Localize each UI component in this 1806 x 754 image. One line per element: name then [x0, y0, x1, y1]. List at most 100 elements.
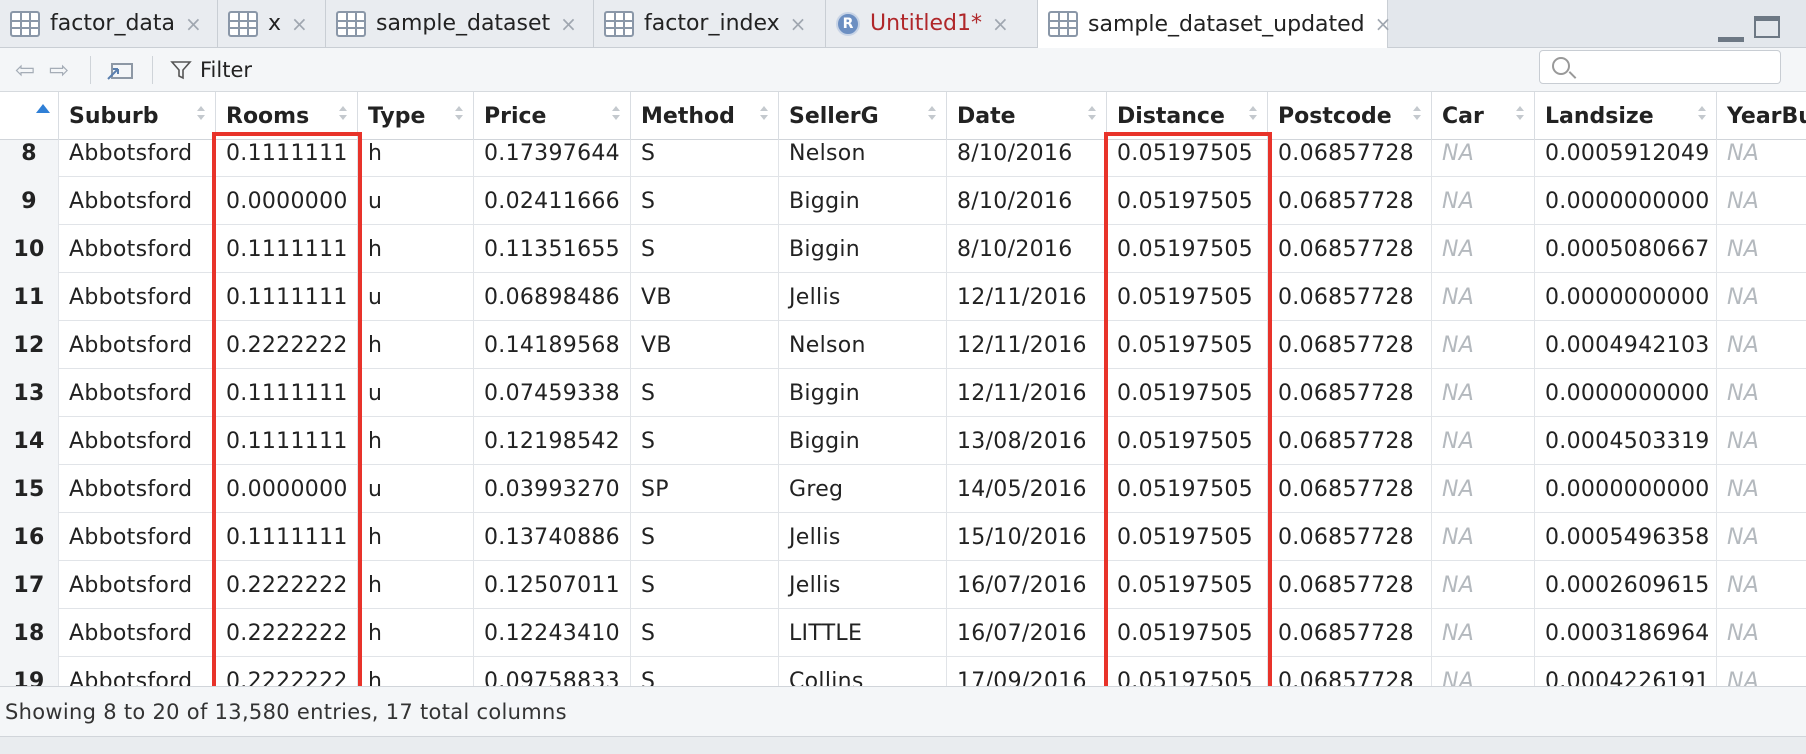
- maximize-pane-icon[interactable]: [1754, 16, 1780, 38]
- cell-sellerg: Nelson: [779, 140, 947, 177]
- column-header-car[interactable]: Car: [1432, 92, 1535, 140]
- cell-type: u: [358, 273, 474, 321]
- sort-toggle-icon[interactable]: [760, 106, 768, 124]
- cell-rooms: 0.2222222: [216, 561, 358, 609]
- column-header-rooms[interactable]: Rooms: [216, 92, 358, 140]
- table-row[interactable]: 9 Abbotsford 0.0000000 u 0.02411666 S Biggin 8/…: [0, 177, 1806, 225]
- tab-untitled1[interactable]: R Untitled1* ×: [826, 0, 1038, 47]
- cell-yearbu: NA: [1717, 465, 1806, 513]
- sort-toggle-icon[interactable]: [455, 106, 463, 124]
- sort-toggle-icon[interactable]: [1698, 106, 1706, 124]
- column-header-price[interactable]: Price: [474, 92, 631, 140]
- cell-yearbu: NA: [1717, 321, 1806, 369]
- close-icon[interactable]: ×: [185, 12, 202, 36]
- table-row[interactable]: 18 Abbotsford 0.2222222 h 0.12243410 S LITTLE 1…: [0, 609, 1806, 657]
- column-header-postcode[interactable]: Postcode: [1268, 92, 1432, 140]
- table-row[interactable]: 10 Abbotsford 0.1111111 h 0.11351655 S Biggin 8…: [0, 225, 1806, 273]
- cell-type: h: [358, 561, 474, 609]
- tab-sample-dataset[interactable]: sample_dataset ×: [326, 0, 594, 47]
- sort-toggle-icon[interactable]: [612, 106, 620, 124]
- cell-method: VB: [631, 273, 779, 321]
- close-icon[interactable]: ×: [992, 12, 1009, 36]
- row-index: 19: [0, 657, 59, 686]
- column-header-label: Car: [1442, 103, 1484, 129]
- column-header-landsize[interactable]: Landsize: [1535, 92, 1717, 140]
- cell-landsize: 0.0000000000: [1535, 465, 1717, 513]
- tab-sample-dataset-updated[interactable]: sample_dataset_updated ×: [1038, 0, 1391, 48]
- column-header-yearbu[interactable]: YearBu: [1717, 92, 1806, 140]
- cell-method: S: [631, 609, 779, 657]
- sort-toggle-icon[interactable]: [1413, 106, 1421, 124]
- table-row[interactable]: 17 Abbotsford 0.2222222 h 0.12507011 S Jellis 1…: [0, 561, 1806, 609]
- back-arrow-icon[interactable]: ⇦: [10, 56, 40, 84]
- cell-sellerg: Biggin: [779, 369, 947, 417]
- cell-car: NA: [1432, 657, 1535, 686]
- column-header-distance[interactable]: Distance: [1107, 92, 1268, 140]
- sort-toggle-icon[interactable]: [339, 106, 347, 124]
- tab-factor-index[interactable]: factor_index ×: [594, 0, 826, 47]
- table-row[interactable]: 8 Abbotsford 0.1111111 h 0.17397644 S Nelson 8/…: [0, 140, 1806, 177]
- cell-method: S: [631, 140, 779, 177]
- cell-distance: 0.05197505: [1107, 177, 1268, 225]
- cell-car: NA: [1432, 609, 1535, 657]
- close-icon[interactable]: ×: [790, 12, 807, 36]
- tab-x[interactable]: x ×: [218, 0, 326, 47]
- cell-sellerg: Jellis: [779, 273, 947, 321]
- tab-factor-data[interactable]: factor_data ×: [0, 0, 218, 47]
- row-index-header[interactable]: [0, 92, 59, 140]
- cell-rooms: 0.0000000: [216, 177, 358, 225]
- table-row[interactable]: 15 Abbotsford 0.0000000 u 0.03993270 SP Greg 14…: [0, 465, 1806, 513]
- cell-yearbu: NA: [1717, 369, 1806, 417]
- sort-toggle-icon[interactable]: [1088, 106, 1096, 124]
- close-icon[interactable]: ×: [1375, 12, 1392, 36]
- table-row[interactable]: 13 Abbotsford 0.1111111 u 0.07459338 S Biggin 1…: [0, 369, 1806, 417]
- table-icon: [336, 10, 366, 37]
- bottom-border: [0, 736, 1806, 754]
- table-row[interactable]: 19 Abbotsford 0.2222222 h 0.09758833 S Collins…: [0, 657, 1806, 686]
- table-row[interactable]: 12 Abbotsford 0.2222222 h 0.14189568 VB Nelson…: [0, 321, 1806, 369]
- cell-price: 0.03993270: [474, 465, 631, 513]
- cell-method: S: [631, 417, 779, 465]
- cell-rooms: 0.1111111: [216, 513, 358, 561]
- minimize-pane-icon[interactable]: [1718, 14, 1744, 42]
- cell-yearbu: NA: [1717, 417, 1806, 465]
- search-input[interactable]: [1539, 50, 1781, 84]
- cell-price: 0.06898486: [474, 273, 631, 321]
- cell-car: NA: [1432, 177, 1535, 225]
- toolbar: ⇦ ⇨ Filter: [0, 48, 1806, 92]
- column-header-label: Distance: [1117, 103, 1225, 129]
- cell-price: 0.11351655: [474, 225, 631, 273]
- cell-postcode: 0.06857728: [1268, 273, 1432, 321]
- cell-landsize: 0.0000000000: [1535, 369, 1717, 417]
- column-header-date[interactable]: Date: [947, 92, 1107, 140]
- cell-date: 15/10/2016: [947, 513, 1107, 561]
- cell-landsize: 0.0004942103: [1535, 321, 1717, 369]
- cell-sellerg: Biggin: [779, 225, 947, 273]
- cell-price: 0.12243410: [474, 609, 631, 657]
- table-row[interactable]: 11 Abbotsford 0.1111111 u 0.06898486 VB Jellis…: [0, 273, 1806, 321]
- cell-date: 8/10/2016: [947, 140, 1107, 177]
- close-icon[interactable]: ×: [560, 12, 577, 36]
- column-header-method[interactable]: Method: [631, 92, 779, 140]
- sort-toggle-icon[interactable]: [1516, 106, 1524, 124]
- table-row[interactable]: 14 Abbotsford 0.1111111 h 0.12198542 S Biggin 1…: [0, 417, 1806, 465]
- cell-sellerg: Biggin: [779, 417, 947, 465]
- forward-arrow-icon[interactable]: ⇨: [44, 56, 74, 84]
- cell-rooms: 0.2222222: [216, 321, 358, 369]
- sort-toggle-icon[interactable]: [197, 106, 205, 124]
- cell-rooms: 0.0000000: [216, 465, 358, 513]
- sort-toggle-icon[interactable]: [1249, 106, 1257, 124]
- close-icon[interactable]: ×: [291, 12, 308, 36]
- cell-sellerg: Jellis: [779, 561, 947, 609]
- filter-button[interactable]: Filter: [170, 56, 252, 84]
- table-row[interactable]: 16 Abbotsford 0.1111111 h 0.13740886 S Jellis 1…: [0, 513, 1806, 561]
- column-header-type[interactable]: Type: [358, 92, 474, 140]
- table-icon: [10, 10, 40, 37]
- popout-window-icon[interactable]: [104, 56, 138, 84]
- cell-suburb: Abbotsford: [59, 561, 216, 609]
- cell-car: NA: [1432, 273, 1535, 321]
- cell-price: 0.14189568: [474, 321, 631, 369]
- column-header-sellerg[interactable]: SellerG: [779, 92, 947, 140]
- sort-toggle-icon[interactable]: [928, 106, 936, 124]
- column-header-suburb[interactable]: Suburb: [59, 92, 216, 140]
